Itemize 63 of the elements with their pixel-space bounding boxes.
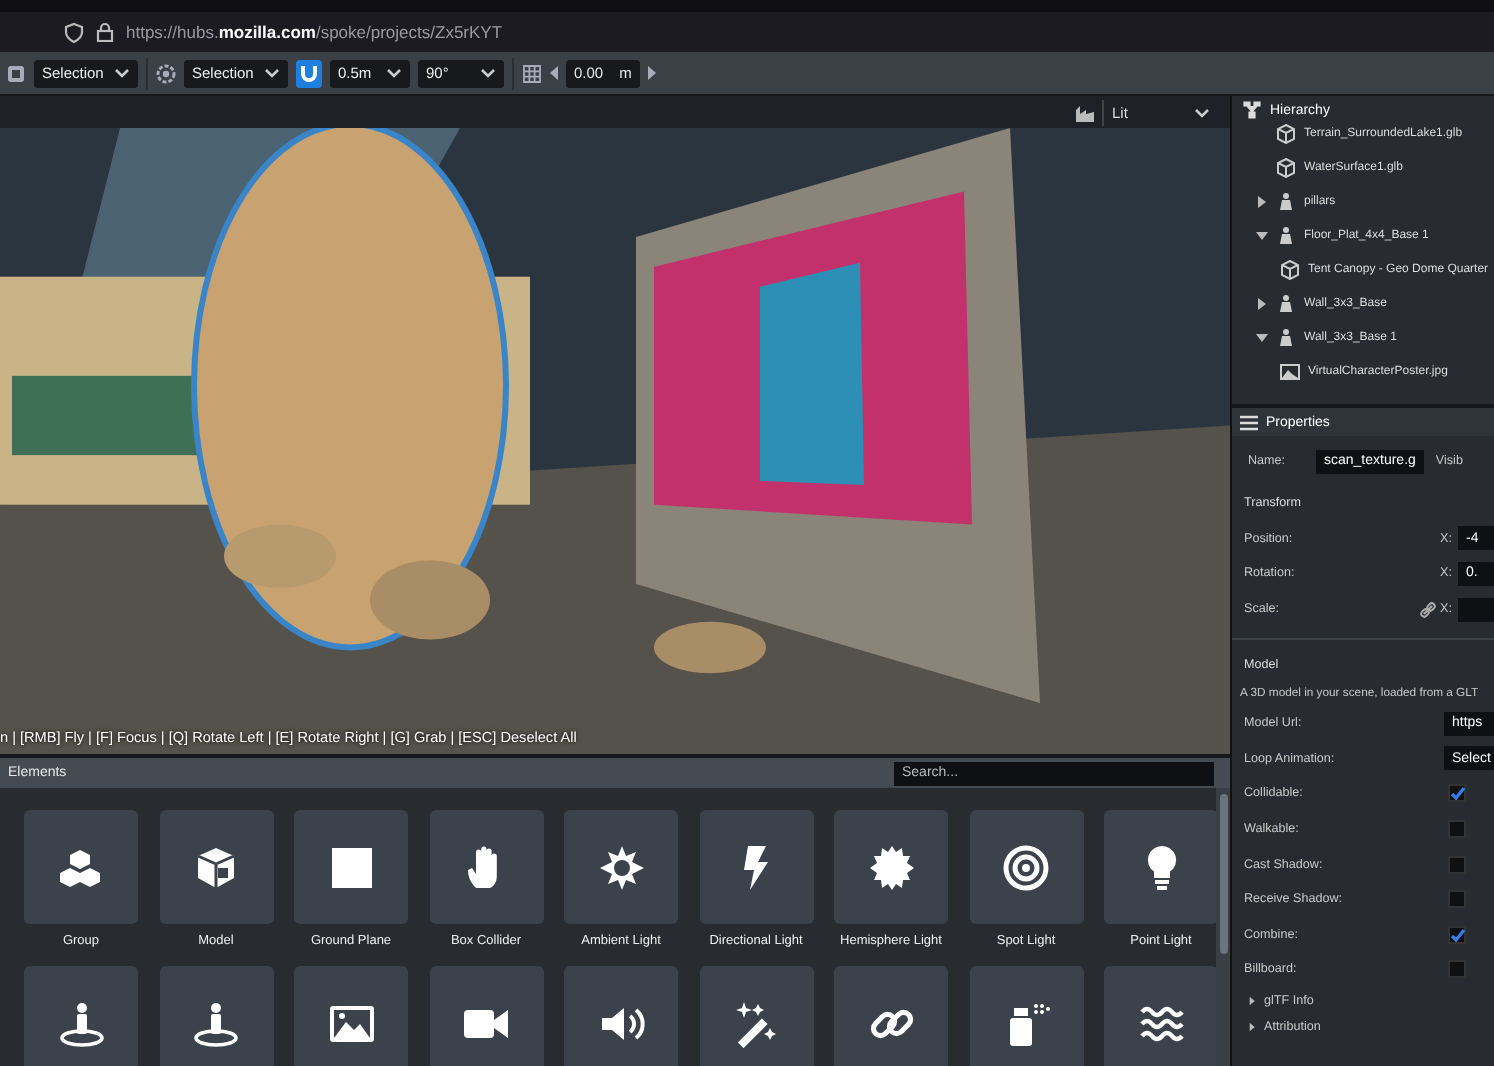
checkbox[interactable] bbox=[1448, 925, 1466, 944]
left-arrow-icon bbox=[550, 66, 558, 80]
target-icon bbox=[1002, 843, 1050, 892]
element-tile[interactable] bbox=[969, 810, 1083, 925]
magic-wand-icon bbox=[732, 999, 780, 1048]
chevron-down-icon bbox=[1194, 105, 1210, 119]
lock-icon bbox=[96, 22, 114, 42]
element-tile[interactable] bbox=[159, 810, 273, 925]
cube-icon bbox=[1276, 157, 1296, 177]
element-tile[interactable] bbox=[24, 810, 138, 925]
checkbox[interactable] bbox=[1448, 855, 1466, 874]
expand-arrow-icon[interactable] bbox=[1256, 297, 1268, 309]
grid-icon bbox=[522, 63, 542, 83]
box-icon bbox=[192, 843, 240, 892]
menu-icon bbox=[1240, 413, 1258, 431]
sun-icon bbox=[597, 843, 645, 892]
collapse-arrow-icon[interactable] bbox=[1256, 229, 1268, 241]
element-tile[interactable] bbox=[24, 966, 138, 1066]
element-tile[interactable] bbox=[294, 810, 408, 925]
person-on-ring-icon bbox=[192, 999, 240, 1048]
person-on-ring-icon bbox=[57, 999, 105, 1048]
starburst-icon bbox=[867, 843, 915, 892]
chevron-down-icon bbox=[264, 66, 280, 80]
collapse-arrow-icon[interactable] bbox=[1256, 331, 1268, 343]
element-tile[interactable] bbox=[429, 966, 543, 1066]
shield-icon bbox=[64, 21, 84, 43]
element-tile[interactable] bbox=[834, 966, 948, 1066]
cube-icon bbox=[1280, 259, 1300, 279]
chevron-down-icon bbox=[386, 66, 402, 80]
square-icon bbox=[327, 843, 375, 892]
checkbox[interactable] bbox=[1448, 890, 1466, 909]
element-tile[interactable] bbox=[429, 810, 543, 925]
factory-icon bbox=[1076, 103, 1094, 121]
element-tile[interactable] bbox=[834, 810, 948, 925]
figures-icon bbox=[1276, 293, 1296, 313]
chevron-down-icon bbox=[114, 66, 130, 80]
figures-icon bbox=[1276, 225, 1296, 245]
snap-toggle[interactable] bbox=[296, 59, 322, 87]
element-tile[interactable] bbox=[699, 966, 813, 1066]
element-tile[interactable] bbox=[1104, 810, 1216, 925]
expand-arrow-icon[interactable] bbox=[1256, 195, 1268, 207]
check-icon bbox=[1449, 927, 1465, 942]
element-tile[interactable] bbox=[294, 966, 408, 1066]
element-tile[interactable] bbox=[564, 810, 678, 925]
element-tile[interactable] bbox=[159, 966, 273, 1066]
element-tile[interactable] bbox=[564, 966, 678, 1066]
cube-icon bbox=[1276, 123, 1296, 143]
magnet-icon bbox=[300, 64, 318, 82]
figures-icon bbox=[1276, 191, 1296, 211]
address-bar-url[interactable]: https://hubs.mozilla.com/spoke/projects/Zx5rKYT bbox=[126, 22, 503, 42]
check-icon bbox=[1449, 786, 1465, 801]
checkbox[interactable] bbox=[1448, 960, 1466, 979]
element-tile[interactable] bbox=[1104, 966, 1216, 1066]
checkbox[interactable] bbox=[1448, 820, 1466, 839]
scrollbar-thumb[interactable] bbox=[1219, 794, 1227, 955]
chevron-down-icon bbox=[480, 66, 496, 80]
checkbox[interactable] bbox=[1448, 784, 1466, 803]
hierarchy-icon bbox=[1242, 100, 1262, 120]
figures-icon bbox=[1276, 327, 1296, 347]
right-arrow-icon bbox=[647, 66, 656, 80]
element-tile[interactable] bbox=[969, 966, 1083, 1066]
element-tile[interactable] bbox=[699, 810, 813, 925]
image-icon bbox=[1280, 361, 1300, 381]
